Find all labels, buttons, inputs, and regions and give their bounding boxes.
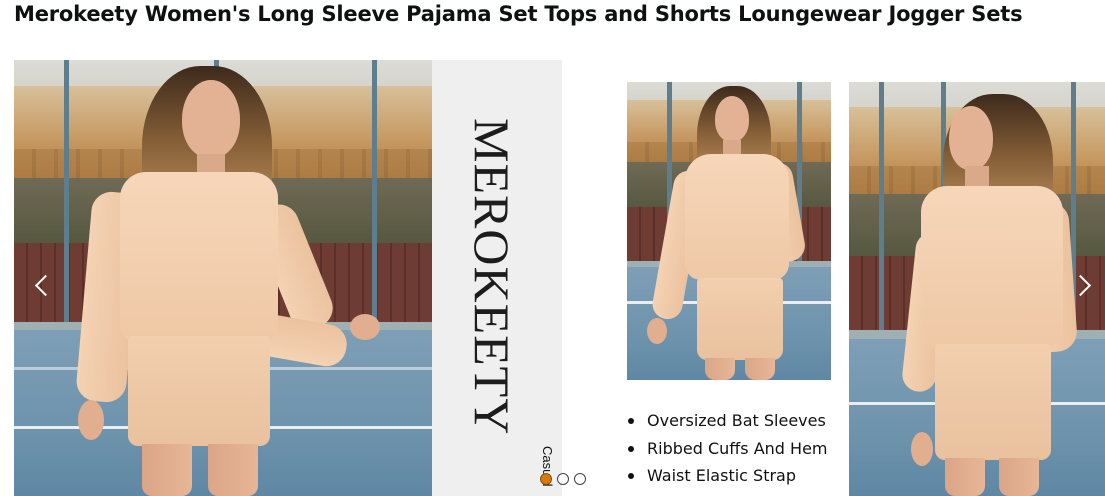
feature-item: Ribbed Cuffs And Hem — [627, 438, 828, 466]
carousel-pagination — [540, 473, 586, 487]
product-photo-main[interactable] — [14, 60, 432, 496]
pagination-dot-2[interactable] — [557, 473, 569, 485]
feature-item: Waist Elastic Strap — [627, 465, 828, 493]
brand-logo-text: MEROKEETY — [464, 118, 520, 436]
product-photo-front[interactable] — [627, 82, 831, 380]
pagination-dot-3[interactable] — [574, 473, 586, 485]
image-carousel: MEROKEETY Casual Oversized Bat Sleeves R… — [0, 0, 1105, 496]
feature-item: Oversized Bat Sleeves — [627, 410, 828, 438]
chevron-right-icon[interactable] — [1071, 266, 1095, 306]
pagination-dot-1[interactable] — [540, 473, 552, 485]
feature-list: Oversized Bat Sleeves Ribbed Cuffs And H… — [627, 410, 828, 493]
chevron-left-icon[interactable] — [30, 266, 54, 306]
carousel-caption: Casual — [540, 446, 555, 487]
product-photo-side[interactable] — [849, 82, 1105, 496]
